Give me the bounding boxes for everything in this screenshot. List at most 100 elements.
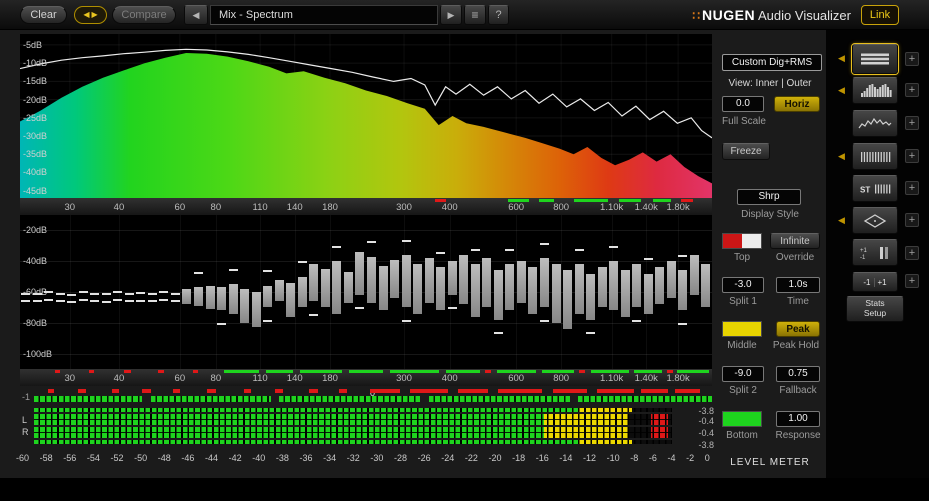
meter-readout: -3.8 bbox=[698, 440, 714, 450]
freq-tick-label: 300 bbox=[396, 202, 412, 213]
stereo-meter-icon: +1-1 bbox=[860, 246, 888, 261]
peak-hold-dash bbox=[355, 307, 365, 310]
slot6-add-button[interactable]: + bbox=[905, 213, 919, 227]
slot2-arrow-icon[interactable]: ◀ bbox=[838, 86, 845, 95]
meter-scale-label: -38 bbox=[275, 453, 289, 463]
ab-swap-button[interactable]: ◀ ▶ bbox=[74, 6, 107, 24]
slot5-add-button[interactable]: + bbox=[905, 181, 919, 195]
help-button[interactable]: ? bbox=[488, 5, 509, 25]
band-level-bar bbox=[205, 285, 215, 309]
meter-scale-label: -4 bbox=[667, 453, 676, 463]
freq-tick-label: 1.40k bbox=[634, 373, 658, 384]
band-level-dash bbox=[44, 298, 54, 301]
stats-setup-button[interactable]: Stats Setup bbox=[846, 296, 904, 322]
peak-hold-dash bbox=[574, 248, 584, 251]
meter-scale-label: -56 bbox=[63, 453, 77, 463]
slot3-add-button[interactable]: + bbox=[905, 116, 919, 130]
band-level-bar bbox=[701, 264, 711, 308]
frequency-axis-bottom: 30 40 60 80 110 140 180 300 400 600 800 1.10k 1.40k 1… bbox=[20, 369, 712, 386]
freq-tick-label: 180 bbox=[322, 373, 338, 384]
link-button[interactable]: Link bbox=[861, 5, 899, 25]
compare-button[interactable]: Compare bbox=[112, 6, 176, 24]
clear-button[interactable]: Clear bbox=[20, 6, 67, 24]
stats-setup-line2: Setup bbox=[863, 308, 887, 318]
display-slot-1-button[interactable] bbox=[852, 44, 898, 74]
slot2-add-button[interactable]: + bbox=[905, 83, 919, 97]
slot4-add-button[interactable]: + bbox=[905, 149, 919, 163]
band-level-dash bbox=[44, 291, 54, 294]
stereo-range-button[interactable]: -1 +1 bbox=[852, 272, 898, 292]
correlation-peak-tick bbox=[596, 389, 635, 393]
freq-tick-label: 1.80k bbox=[666, 373, 690, 384]
display-slot-4-button[interactable] bbox=[852, 143, 898, 170]
display-slot-6-button[interactable] bbox=[852, 207, 898, 234]
h-gridline bbox=[20, 322, 712, 324]
peak-button[interactable]: Peak bbox=[776, 321, 820, 337]
band-level-bar bbox=[528, 267, 538, 314]
horiz-button[interactable]: Horiz bbox=[774, 96, 820, 112]
slot4-arrow-icon[interactable]: ◀ bbox=[838, 152, 845, 161]
h-gridline bbox=[20, 353, 712, 355]
correlation-peak-tick bbox=[111, 389, 119, 393]
layout-lines-icon bbox=[861, 53, 889, 65]
freq-tick-label: 600 bbox=[508, 202, 525, 213]
band-level-bar bbox=[320, 268, 330, 308]
middle-color-swatch[interactable] bbox=[722, 321, 762, 337]
response-label: Response bbox=[775, 430, 821, 441]
bottom-color-swatch[interactable] bbox=[722, 411, 762, 427]
meter-yellow-segment bbox=[544, 427, 630, 438]
meter-scale-label: -32 bbox=[346, 453, 360, 463]
preset-name-field[interactable]: Mix - Spectrum bbox=[210, 5, 438, 25]
correlation-bar bbox=[279, 396, 421, 402]
spectrum-curve-icon bbox=[858, 117, 892, 128]
display-style-field[interactable]: Shrp bbox=[737, 189, 801, 205]
band-level-bar bbox=[563, 270, 573, 329]
db-tick-label: -80dB bbox=[23, 317, 48, 328]
split1-field[interactable]: -3.0 bbox=[722, 277, 764, 293]
minus-one-label: -1 bbox=[863, 277, 871, 287]
slot1-add-button[interactable]: + bbox=[905, 52, 919, 66]
slot8-add-button[interactable]: + bbox=[905, 274, 919, 288]
preset-prev-button[interactable]: ◀ bbox=[184, 5, 208, 25]
band-level-bar bbox=[240, 288, 250, 323]
band-level-dash bbox=[55, 300, 65, 303]
slot6-arrow-icon[interactable]: ◀ bbox=[838, 216, 845, 225]
correlation-bar bbox=[34, 396, 143, 402]
display-slot-3-button[interactable] bbox=[852, 110, 898, 137]
freq-tick-label: 600 bbox=[508, 373, 525, 384]
correlation-peak-tick bbox=[142, 389, 151, 393]
infinite-button[interactable]: Infinite bbox=[770, 233, 820, 249]
peak-hold-dash bbox=[263, 319, 273, 322]
display-slot-2-button[interactable] bbox=[852, 77, 898, 104]
display-slot-5-button[interactable]: ST bbox=[852, 175, 898, 202]
vectorscope-diamond-icon bbox=[863, 213, 887, 228]
correlation-peak-tick bbox=[244, 389, 251, 393]
freeze-button[interactable]: Freeze bbox=[722, 143, 770, 160]
response-field[interactable]: 1.00 bbox=[776, 411, 820, 427]
peak-hold-label: Peak Hold bbox=[772, 340, 820, 351]
band-level-bar bbox=[332, 261, 342, 314]
display-slot-7-button[interactable]: +1 -1 bbox=[852, 239, 898, 266]
correlation-peak-tick bbox=[206, 389, 217, 393]
split2-field[interactable]: -9.0 bbox=[722, 366, 764, 382]
top-color-swatch[interactable] bbox=[722, 233, 762, 249]
level-meter-left-bar bbox=[34, 414, 672, 425]
view-mode-label[interactable]: View: Inner | Outer bbox=[714, 78, 826, 89]
time-field[interactable]: 1.0s bbox=[776, 277, 820, 293]
scale-preset-field[interactable]: Custom Dig+RMS bbox=[722, 54, 822, 71]
correlation-peak-tick bbox=[369, 389, 401, 393]
rotate-value-field[interactable]: 0.0 bbox=[722, 96, 764, 112]
band-level-bar bbox=[413, 264, 423, 314]
peak-hold-dash bbox=[632, 319, 642, 322]
display-selector-panel: ◀ + ◀ + + ◀ + ST + ◀ + +1 -1 + -1 +1 + S… bbox=[826, 30, 929, 478]
preset-menu-button[interactable]: ≡ bbox=[464, 5, 486, 25]
preset-next-button[interactable]: ▶ bbox=[440, 5, 462, 25]
v-gridline bbox=[330, 215, 332, 369]
meter-scale-label: -6 bbox=[648, 453, 657, 463]
slot1-arrow-icon[interactable]: ◀ bbox=[838, 54, 845, 63]
meter-red-segment bbox=[650, 427, 668, 438]
fallback-field[interactable]: 0.75 bbox=[776, 366, 820, 382]
slot7-add-button[interactable]: + bbox=[905, 246, 919, 260]
band-level-bar bbox=[447, 261, 457, 296]
band-level-bar bbox=[666, 261, 676, 299]
